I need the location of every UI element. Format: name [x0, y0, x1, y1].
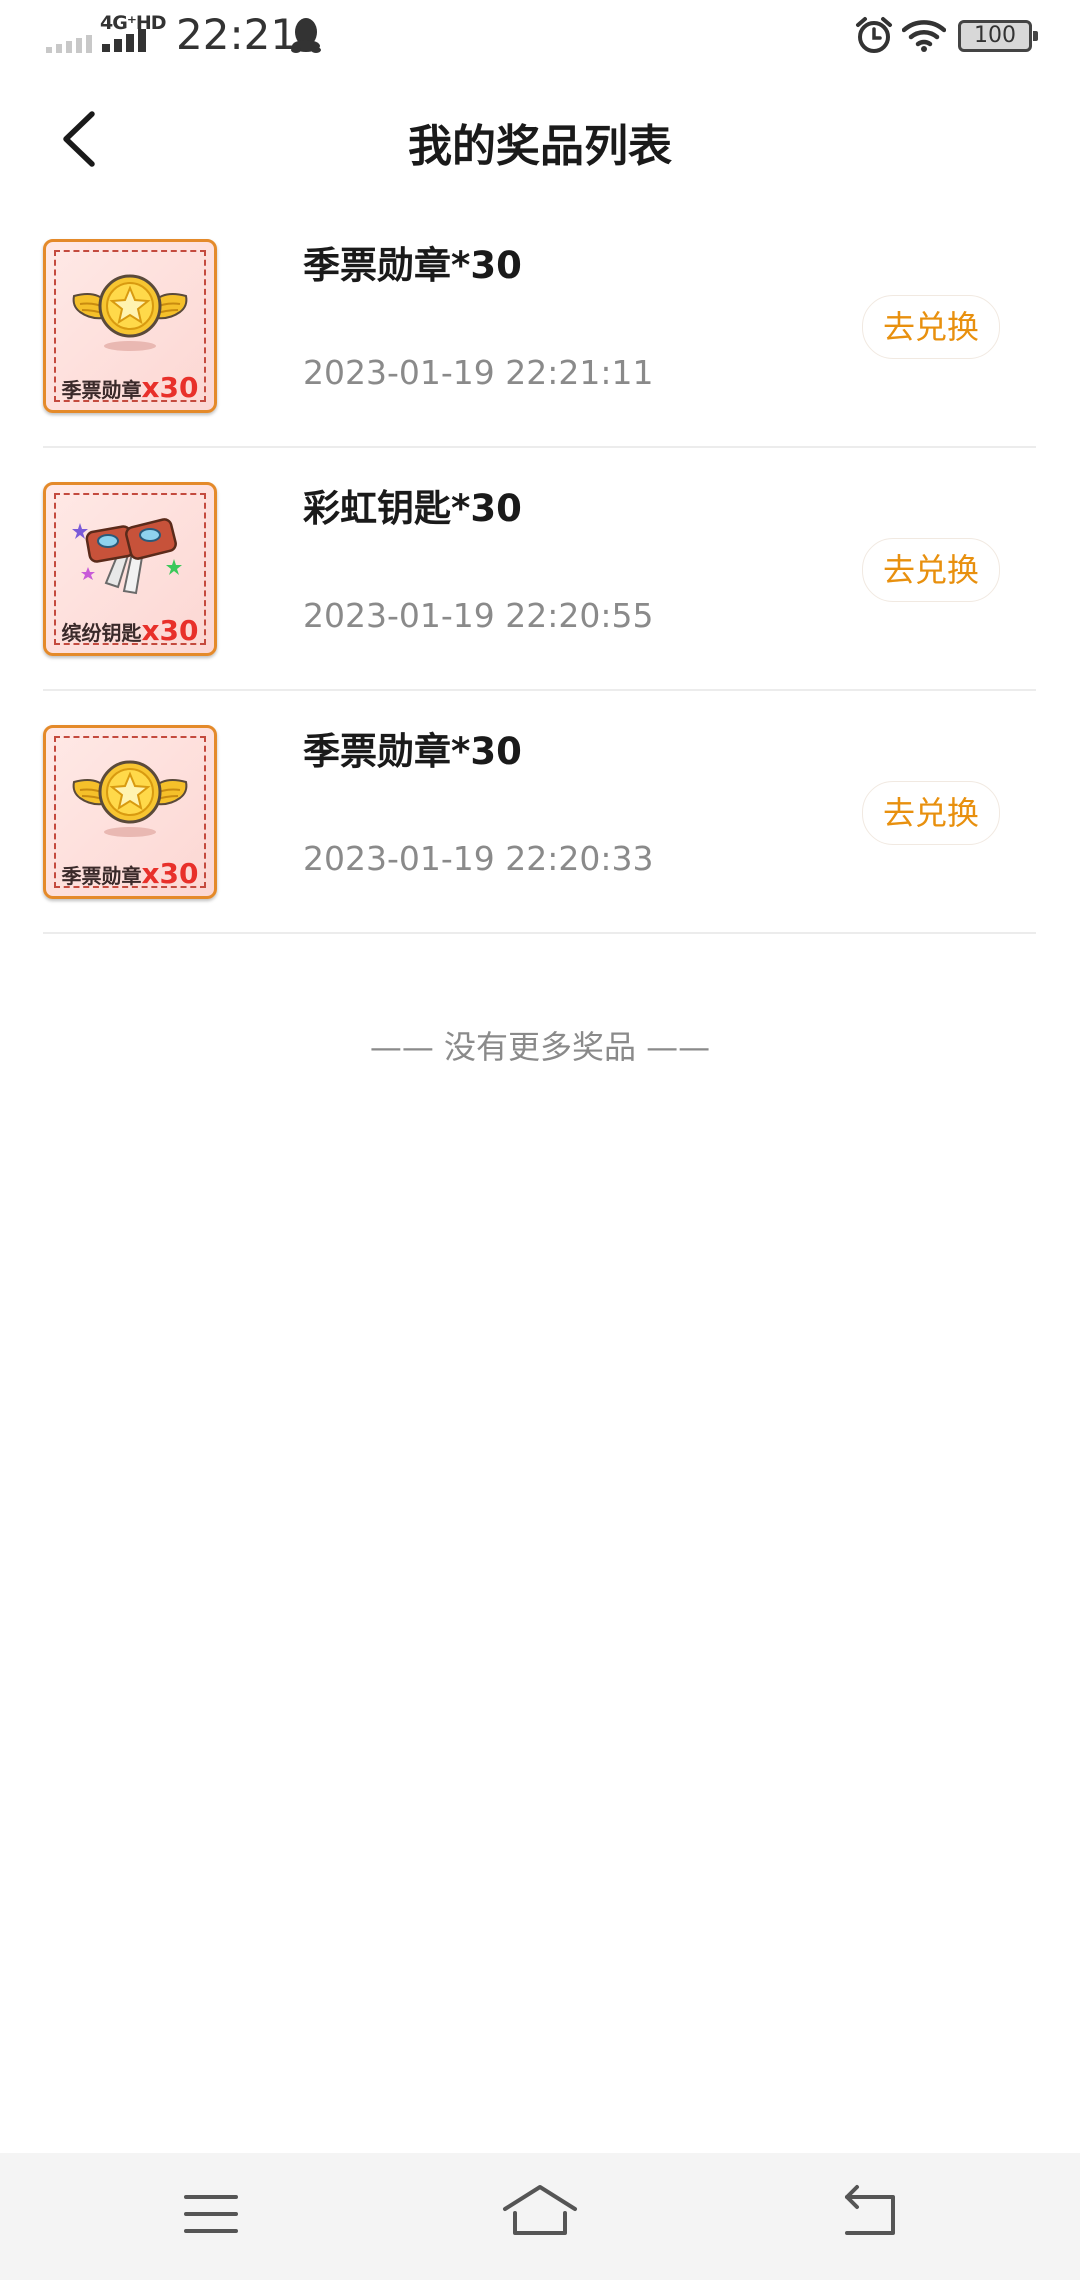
prize-name: 季票勋章*30: [303, 730, 522, 773]
prize-date: 2023-01-19 22:20:55: [303, 596, 654, 635]
thumbnail-caption-name: 季票勋章: [61, 864, 142, 888]
prize-date: 2023-01-19 22:21:11: [303, 353, 654, 392]
winged-star-medal-icon: [72, 274, 188, 351]
battery-level: 100: [974, 23, 1016, 48]
prize-thumbnail: 季票勋章x30: [43, 725, 217, 899]
battery-icon: 100: [958, 20, 1038, 52]
thumbnail-caption-name: 季票勋章: [61, 378, 142, 402]
alarm-clock-icon: [856, 17, 892, 53]
thumbnail-caption-quantity: x30: [141, 857, 199, 890]
thumbnail-caption-quantity: x30: [141, 371, 199, 404]
page-header: 我的奖品列表: [0, 74, 1080, 206]
prize-name: 彩虹钥匙*30: [303, 487, 522, 530]
home-icon: [503, 2185, 577, 2235]
return-arrow-icon: [845, 2185, 895, 2235]
system-navigation-bar: [0, 2153, 1080, 2280]
thumbnail-caption-quantity: x30: [141, 614, 199, 647]
prize-list: 季票勋章x30 季票勋章*30 2023-01-19 22:21:11 去兑换 …: [0, 205, 1080, 934]
signal-strength-icon: [102, 29, 146, 52]
qq-penguin-icon: [291, 18, 321, 53]
status-bar: 4G⁺HD 22:21 100: [0, 0, 1080, 74]
prize-name: 季票勋章*30: [303, 244, 522, 287]
thumbnail-caption: 季票勋章x30: [46, 370, 214, 406]
prize-list-item: 季票勋章x30 季票勋章*30 2023-01-19 22:21:11 去兑换: [0, 205, 1080, 448]
prize-list-item: 缤纷钥匙x30 彩虹钥匙*30 2023-01-19 22:20:55 去兑换: [0, 448, 1080, 691]
colorful-keys-icon: [72, 518, 182, 595]
home-button[interactable]: [495, 2179, 585, 2249]
list-divider: [43, 932, 1036, 934]
prize-thumbnail: 季票勋章x30: [43, 239, 217, 413]
prize-thumbnail: 缤纷钥匙x30: [43, 482, 217, 656]
thumbnail-caption: 季票勋章x30: [46, 856, 214, 892]
redeem-button[interactable]: 去兑换: [862, 538, 1000, 602]
end-of-list-note: —— 没有更多奖品 ——: [369, 1028, 711, 1066]
wifi-icon: [902, 20, 946, 52]
recent-apps-button[interactable]: [166, 2179, 256, 2249]
system-back-button[interactable]: [825, 2179, 915, 2249]
redeem-button[interactable]: 去兑换: [862, 781, 1000, 845]
redeem-button[interactable]: 去兑换: [862, 295, 1000, 359]
thumbnail-caption: 缤纷钥匙x30: [46, 613, 214, 649]
thumbnail-caption-name: 缤纷钥匙: [61, 621, 142, 645]
clock-time: 22:21: [176, 10, 298, 59]
prize-list-item: 季票勋章x30 季票勋章*30 2023-01-19 22:20:33 去兑换: [0, 691, 1080, 934]
winged-star-medal-icon: [72, 760, 188, 837]
signal-secondary-icon: [46, 35, 92, 53]
prize-date: 2023-01-19 22:20:33: [303, 839, 654, 878]
page-title: 我的奖品列表: [408, 121, 672, 172]
menu-lines-icon: [184, 2195, 238, 2233]
